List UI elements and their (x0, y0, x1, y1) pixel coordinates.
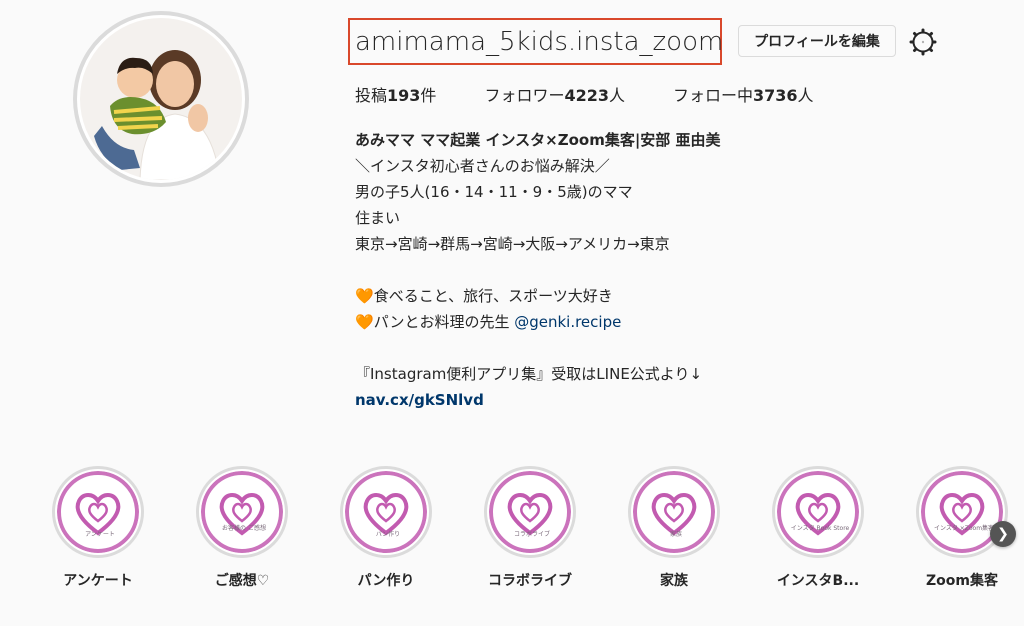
bio-website-link[interactable]: nav.cx/gkSNlvd (355, 387, 721, 413)
gear-icon[interactable] (908, 27, 938, 57)
highlight-label: アンケート (63, 573, 133, 589)
highlight-cover: 家族 (631, 469, 717, 555)
username-highlight-box: amimama_5kids.insta_zoom (348, 18, 724, 65)
display-name: あみママ ママ起業 インスタ×Zoom集客|安部 亜由美 (355, 131, 721, 149)
highlight-item[interactable]: アンケート アンケート (28, 466, 168, 590)
highlight-cover: インスタ Book Store (775, 469, 861, 555)
highlight-label: コラボライブ (488, 573, 572, 589)
story-highlights: アンケート アンケート お客様の ご感想 ご感想♡ パン作り パン作り コラボラ… (0, 466, 1024, 606)
highlight-item[interactable]: コラボライブ コラボライブ (460, 466, 600, 590)
bio-line: 東京→宮崎→群馬→宮崎→大阪→アメリカ→東京 (355, 235, 670, 253)
highlight-cover: アンケート (55, 469, 141, 555)
highlight-cover-ring: インスタ Book Store (772, 466, 864, 558)
username: amimama_5kids.insta_zoom (355, 26, 724, 57)
bio-line: 住まい (355, 209, 401, 227)
bio-line: 🧡パンとお料理の先生 @genki.recipe (355, 313, 622, 331)
highlight-cover-ring: アンケート (52, 466, 144, 558)
highlight-label: Zoom集客 (926, 573, 998, 589)
bio-spacer (355, 335, 721, 361)
highlight-label: 家族 (660, 573, 688, 589)
highlight-cover-ring: 家族 (628, 466, 720, 558)
profile-avatar-ring[interactable] (73, 11, 249, 187)
heart-icon (345, 471, 427, 553)
orange-heart-icon: 🧡 (355, 313, 374, 331)
highlight-label: インスタB... (776, 573, 860, 589)
bio-line: 男の子5人(16・14・11・9・5歳)のママ (355, 183, 633, 201)
highlight-item[interactable]: インスタ Book Store インスタB... (748, 466, 888, 590)
mention-link[interactable]: @genki.recipe (514, 313, 621, 331)
heart-icon (777, 471, 859, 553)
orange-heart-icon: 🧡 (355, 287, 374, 305)
avatar[interactable] (77, 15, 245, 183)
highlight-cover-ring: コラボライブ (484, 466, 576, 558)
highlight-cover-ring: パン作り (340, 466, 432, 558)
highlight-cover-ring: お客様の ご感想 (196, 466, 288, 558)
heart-icon (633, 471, 715, 553)
highlight-label: パン作り (357, 573, 415, 589)
following-link[interactable]: フォロー中3736人 (673, 82, 814, 106)
highlight-cover: お客様の ご感想 (199, 469, 285, 555)
followers-link[interactable]: フォロワー4223人 (484, 82, 625, 106)
bio-line: 『Instagram便利アプリ集』受取はLINE公式より↓ (355, 365, 703, 383)
profile-bio: あみママ ママ起業 インスタ×Zoom集客|安部 亜由美 ＼インスタ初心者さんの… (355, 127, 721, 413)
highlight-item[interactable]: お客様の ご感想 ご感想♡ (172, 466, 312, 590)
chevron-right-icon[interactable]: ❯ (990, 521, 1016, 547)
heart-icon (201, 471, 283, 553)
bio-line: 🧡食べること、旅行、スポーツ大好き (355, 287, 613, 305)
profile-stats: 投稿193件 フォロワー4223人 フォロー中3736人 (355, 82, 862, 106)
posts-count: 投稿193件 (355, 86, 437, 105)
highlight-item[interactable]: 家族 家族 (604, 466, 744, 590)
heart-icon (57, 471, 139, 553)
edit-profile-button[interactable]: プロフィールを編集 (738, 25, 896, 57)
bio-spacer (355, 257, 721, 283)
highlight-label: ご感想♡ (214, 573, 270, 589)
heart-icon (489, 471, 571, 553)
highlight-item[interactable]: パン作り パン作り (316, 466, 456, 590)
avatar-photo (80, 18, 242, 180)
highlight-cover: コラボライブ (487, 469, 573, 555)
highlight-cover: パン作り (343, 469, 429, 555)
bio-line: ＼インスタ初心者さんのお悩み解決／ (355, 157, 610, 175)
heart-icon (921, 471, 1003, 553)
